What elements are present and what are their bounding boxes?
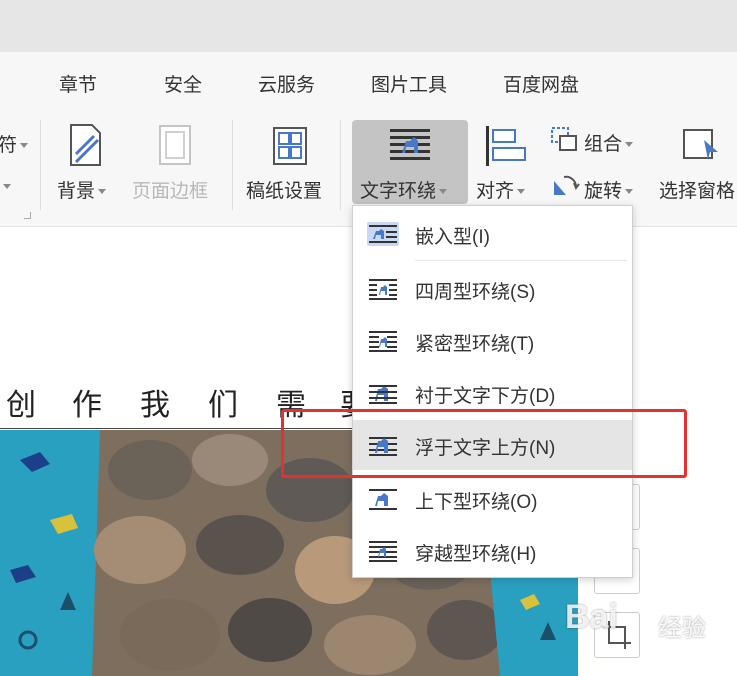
menu-item-tight[interactable]: 紧密型环绕(T): [353, 316, 632, 366]
menu-item-label: 衬于文字下方(D): [415, 386, 556, 407]
document-char: 们: [208, 388, 238, 423]
through-wrap-icon: [369, 541, 397, 562]
tab-chapter[interactable]: 章节: [59, 70, 97, 97]
symbol-button-partial[interactable]: 符: [0, 130, 29, 157]
manuscript-grid-icon[interactable]: [272, 126, 308, 166]
page-border-button: 页面边框: [132, 181, 209, 202]
title-bar: [0, 0, 737, 52]
tab-picture-tools[interactable]: 图片工具: [371, 70, 447, 97]
page-background-icon[interactable]: [68, 124, 102, 166]
page-border-icon: [159, 125, 191, 165]
ribbon-separator: [232, 120, 233, 210]
selection-pane-icon[interactable]: [682, 126, 722, 166]
group-objects-icon[interactable]: [550, 126, 580, 154]
top-bottom-wrap-icon: [369, 489, 397, 510]
group-launcher-icon[interactable]: [24, 212, 31, 219]
rotate-button[interactable]: 旋转: [584, 176, 634, 203]
menu-item-label: 上下型环绕(O): [415, 492, 538, 513]
watermark-site-text: 经验: [658, 615, 706, 642]
tab-baidu-netdisk[interactable]: 百度网盘: [503, 70, 579, 97]
square-wrap-icon: [369, 279, 397, 300]
menu-item-label: 嵌入型(I): [415, 227, 490, 248]
document-char: 我: [140, 388, 170, 423]
tight-wrap-icon: [369, 331, 397, 352]
document-char: 作: [72, 388, 102, 423]
baidu-watermark-logo: Bai: [565, 598, 618, 636]
behind-text-icon: [369, 385, 397, 404]
selection-pane-button[interactable]: 选择窗格: [659, 176, 735, 203]
wrap-text-label[interactable]: 文字环绕: [360, 176, 448, 203]
menu-item-label: 紧密型环绕(T): [415, 334, 535, 355]
ribbon-tab-bar: [0, 52, 737, 118]
menu-item-top-bottom[interactable]: 上下型环绕(O): [353, 474, 632, 524]
menu-item-through[interactable]: 穿越型环绕(H): [353, 526, 632, 576]
background-button[interactable]: 背景: [57, 176, 107, 203]
menu-item-inline[interactable]: 嵌入型(I): [353, 209, 632, 259]
wrap-text-icon[interactable]: [388, 127, 432, 161]
menu-item-square[interactable]: 四周型环绕(S): [353, 264, 632, 314]
ribbon-separator: [340, 120, 341, 210]
highlight-annotation-box: [281, 409, 687, 478]
menu-divider: [415, 260, 627, 261]
tab-security[interactable]: 安全: [164, 70, 202, 97]
inline-wrap-icon: [367, 222, 399, 246]
rotate-icon[interactable]: [550, 173, 580, 201]
align-button[interactable]: 对齐: [476, 176, 526, 203]
ribbon-separator: [40, 120, 41, 210]
group-button[interactable]: 组合: [584, 129, 634, 156]
menu-item-label: 四周型环绕(S): [415, 282, 536, 303]
wrap-text-menu: 嵌入型(I) 四周型环绕(S) 紧密型环绕(T) 衬于文字下方(D) 浮于文字上…: [352, 205, 633, 578]
align-icon[interactable]: [484, 124, 528, 168]
document-char: 创: [6, 388, 36, 423]
tab-cloud-service[interactable]: 云服务: [258, 70, 315, 97]
manuscript-settings-button[interactable]: 稿纸设置: [246, 176, 322, 203]
menu-item-label: 穿越型环绕(H): [415, 544, 537, 565]
chevron-down-icon[interactable]: [3, 184, 11, 189]
